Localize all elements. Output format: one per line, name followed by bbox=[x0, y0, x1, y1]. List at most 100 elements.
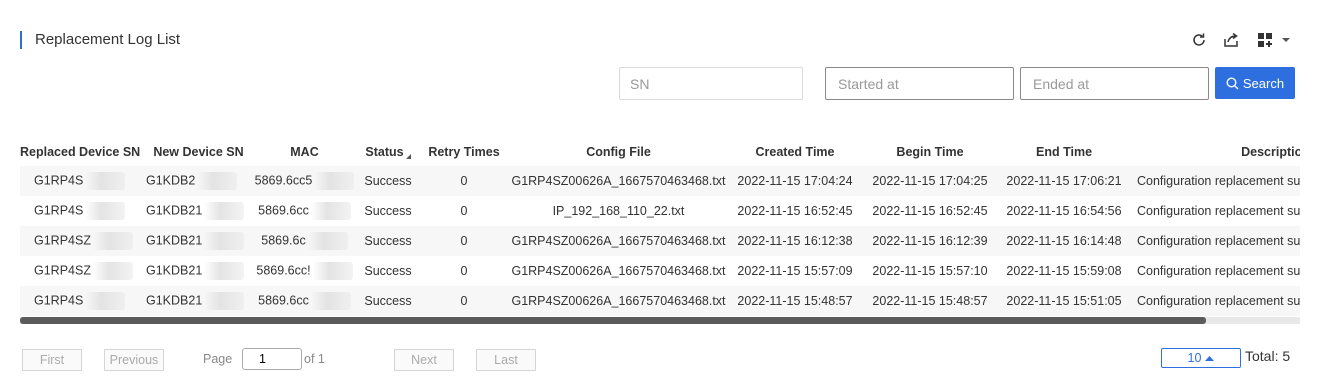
cell-new-sn: G1KDB2 bbox=[146, 166, 251, 196]
cell-mac: 5869.6cc bbox=[251, 196, 358, 226]
started-at-field[interactable] bbox=[825, 67, 1048, 100]
cell-end-time-text: 2022-11-15 16:14:48 bbox=[1006, 234, 1122, 248]
cell-created-time-text: 2022-11-15 15:48:57 bbox=[737, 294, 853, 308]
cell-replaced-sn: G1RP4SZ bbox=[20, 256, 146, 286]
cell-mac-text: 5869.6cc bbox=[258, 203, 309, 218]
cell-retry-times-text: 0 bbox=[460, 174, 468, 188]
cell-begin-time-text: 2022-11-15 15:57:10 bbox=[872, 264, 988, 278]
cell-end-time: 2022-11-15 15:59:08 bbox=[997, 256, 1131, 286]
cell-description: Configuration replacement su bbox=[1131, 226, 1300, 256]
horizontal-scrollbar-thumb[interactable] bbox=[20, 317, 1206, 324]
cell-replaced-sn-text: G1RP4S bbox=[34, 203, 84, 218]
cell-begin-time-text: 2022-11-15 15:48:57 bbox=[872, 294, 988, 308]
cell-created-time-text: 2022-11-15 16:12:38 bbox=[737, 234, 853, 248]
cell-mac: 5869.6cc5 bbox=[251, 166, 358, 196]
column-header-replaced-sn[interactable]: Replaced Device SN bbox=[20, 138, 146, 166]
replacement-log-table: Replaced Device SN New Device SN MAC Sta… bbox=[20, 138, 1300, 324]
column-header-config-file[interactable]: Config File bbox=[510, 138, 727, 166]
cell-mac: 5869.6cc! bbox=[251, 256, 358, 286]
cell-config-file-text: IP_192_168_110_22.txt bbox=[552, 204, 685, 218]
cell-end-time: 2022-11-15 16:14:48 bbox=[997, 226, 1131, 256]
redaction-mask bbox=[85, 202, 126, 220]
cell-end-time: 2022-11-15 16:54:56 bbox=[997, 196, 1131, 226]
cell-new-sn-text: G1KDB21 bbox=[146, 203, 203, 218]
grid-add-icon[interactable] bbox=[1256, 30, 1276, 50]
column-header-description[interactable]: Description bbox=[1131, 138, 1300, 166]
cell-mac-text: 5869.6cc5 bbox=[254, 173, 313, 188]
refresh-icon[interactable] bbox=[1189, 30, 1209, 50]
cell-new-sn-text: G1KDB21 bbox=[146, 233, 203, 248]
cell-retry-times: 0 bbox=[418, 226, 510, 256]
started-at-input[interactable] bbox=[826, 75, 1031, 92]
table-row[interactable]: G1RP4S G1KDB21 5869.6cc Success 0 G1RP4SZ0062… bbox=[20, 286, 1300, 316]
table-row[interactable]: G1RP4SZ G1KDB21 5869.6c Success 0 G1RP4SZ0062… bbox=[20, 226, 1300, 256]
cell-config-file: G1RP4SZ00626A_1667570463468.txt bbox=[510, 286, 727, 316]
column-header-created-time[interactable]: Created Time bbox=[727, 138, 863, 166]
column-header-mac[interactable]: MAC bbox=[251, 138, 358, 166]
column-header-new-sn[interactable]: New Device SN bbox=[146, 138, 251, 166]
cell-description-text: Configuration replacement su bbox=[1137, 204, 1300, 218]
table-row[interactable]: G1RP4S G1KDB21 5869.6cc Success 0 IP_192_168_… bbox=[20, 196, 1300, 226]
cell-retry-times: 0 bbox=[418, 166, 510, 196]
cell-retry-times: 0 bbox=[418, 196, 510, 226]
next-page-button[interactable]: Next bbox=[394, 349, 454, 371]
cell-description-text: Configuration replacement su bbox=[1137, 174, 1300, 188]
redaction-mask bbox=[310, 292, 351, 310]
cell-retry-times: 0 bbox=[418, 256, 510, 286]
search-button[interactable]: Search bbox=[1215, 67, 1295, 99]
caret-up-icon bbox=[1205, 356, 1215, 361]
caret-down-icon[interactable] bbox=[1279, 30, 1293, 50]
export-icon[interactable] bbox=[1221, 30, 1241, 50]
total-count: Total: 5 bbox=[1245, 348, 1291, 364]
cell-description-text: Configuration replacement su bbox=[1137, 234, 1300, 248]
cell-new-sn: G1KDB21 bbox=[146, 256, 251, 286]
cell-config-file-text: G1RP4SZ00626A_1667570463468.txt bbox=[511, 294, 726, 308]
redaction-mask bbox=[85, 172, 126, 190]
cell-description: Configuration replacement su bbox=[1131, 256, 1300, 286]
column-header-begin-time[interactable]: Begin Time bbox=[863, 138, 997, 166]
sn-input[interactable] bbox=[619, 67, 803, 100]
ended-at-input[interactable] bbox=[1021, 75, 1226, 92]
cell-description-text: Configuration replacement su bbox=[1137, 294, 1300, 308]
redaction-mask bbox=[197, 172, 238, 190]
last-page-button[interactable]: Last bbox=[476, 349, 536, 371]
cell-description: Configuration replacement su bbox=[1131, 196, 1300, 226]
cell-status-text: Success bbox=[364, 174, 412, 188]
redaction-mask bbox=[310, 202, 351, 220]
cell-created-time: 2022-11-15 16:52:45 bbox=[727, 196, 863, 226]
page-label: Page bbox=[203, 352, 233, 366]
ended-at-field[interactable] bbox=[1020, 67, 1243, 100]
cell-created-time-text: 2022-11-15 16:52:45 bbox=[737, 204, 853, 218]
cell-config-file: IP_192_168_110_22.txt bbox=[510, 196, 727, 226]
page-number-input[interactable] bbox=[242, 348, 302, 370]
cell-begin-time: 2022-11-15 17:04:25 bbox=[863, 166, 997, 196]
previous-page-button[interactable]: Previous bbox=[104, 349, 164, 371]
redaction-mask bbox=[204, 202, 245, 220]
cell-description: Configuration replacement su bbox=[1131, 166, 1300, 196]
table-row[interactable]: G1RP4S G1KDB2 5869.6cc5 Success 0 G1RP4SZ0062… bbox=[20, 166, 1300, 196]
first-page-button[interactable]: First bbox=[22, 349, 82, 371]
column-header-status[interactable]: Status bbox=[358, 138, 418, 166]
cell-config-file-text: G1RP4SZ00626A_1667570463468.txt bbox=[511, 234, 726, 248]
cell-replaced-sn: G1RP4SZ bbox=[20, 226, 146, 256]
redaction-mask bbox=[204, 232, 245, 250]
table-row[interactable]: G1RP4SZ G1KDB21 5869.6cc! Success 0 G1RP4SZ00… bbox=[20, 256, 1300, 286]
cell-begin-time-text: 2022-11-15 17:04:25 bbox=[872, 174, 988, 188]
cell-created-time-text: 2022-11-15 15:57:09 bbox=[737, 264, 853, 278]
column-header-end-time[interactable]: End Time bbox=[997, 138, 1131, 166]
cell-replaced-sn-text: G1RP4S bbox=[34, 293, 84, 308]
cell-retry-times: 0 bbox=[418, 286, 510, 316]
redaction-mask bbox=[92, 232, 133, 250]
cell-config-file: G1RP4SZ00626A_1667570463468.txt bbox=[510, 166, 727, 196]
cell-config-file: G1RP4SZ00626A_1667570463468.txt bbox=[510, 226, 727, 256]
cell-new-sn-text: G1KDB21 bbox=[146, 293, 203, 308]
cell-created-time: 2022-11-15 17:04:24 bbox=[727, 166, 863, 196]
cell-created-time: 2022-11-15 15:57:09 bbox=[727, 256, 863, 286]
column-header-retry-times[interactable]: Retry Times bbox=[418, 138, 510, 166]
sort-icon[interactable] bbox=[405, 154, 411, 159]
table-header-row: Replaced Device SN New Device SN MAC Sta… bbox=[20, 138, 1300, 166]
cell-status: Success bbox=[358, 286, 418, 316]
cell-replaced-sn-text: G1RP4SZ bbox=[34, 233, 91, 248]
page-size-select[interactable]: 10 bbox=[1161, 348, 1241, 368]
cell-new-sn-text: G1KDB21 bbox=[146, 263, 203, 278]
